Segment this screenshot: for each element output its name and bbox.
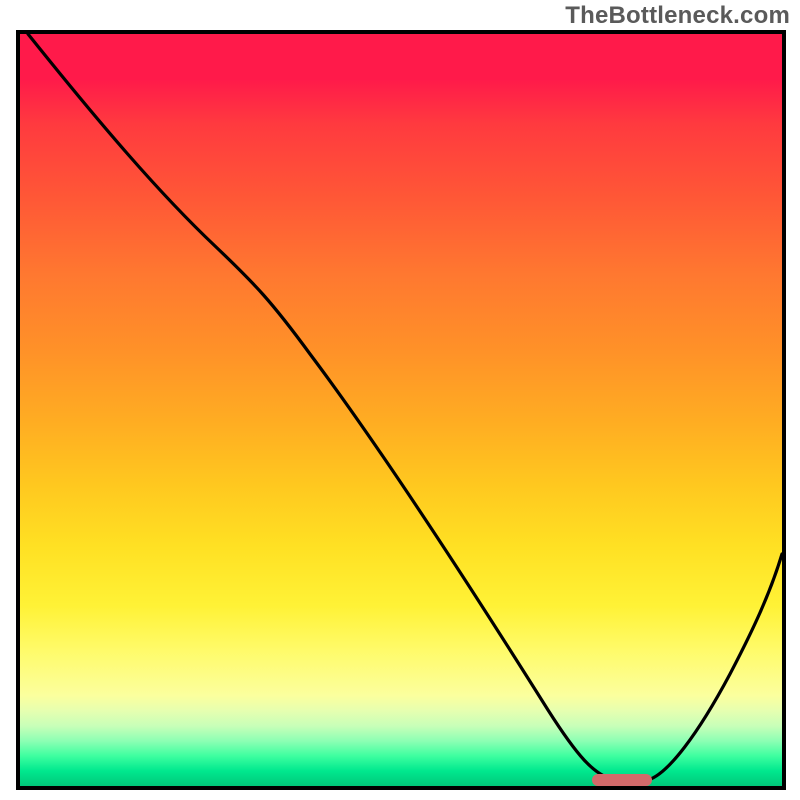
bottleneck-curve: [20, 34, 782, 786]
curve-path: [28, 34, 782, 780]
plot-area: [16, 30, 786, 790]
chart-frame: TheBottleneck.com: [0, 0, 800, 800]
watermark-text: TheBottleneck.com: [565, 2, 790, 30]
baseline-marker: [592, 774, 652, 786]
